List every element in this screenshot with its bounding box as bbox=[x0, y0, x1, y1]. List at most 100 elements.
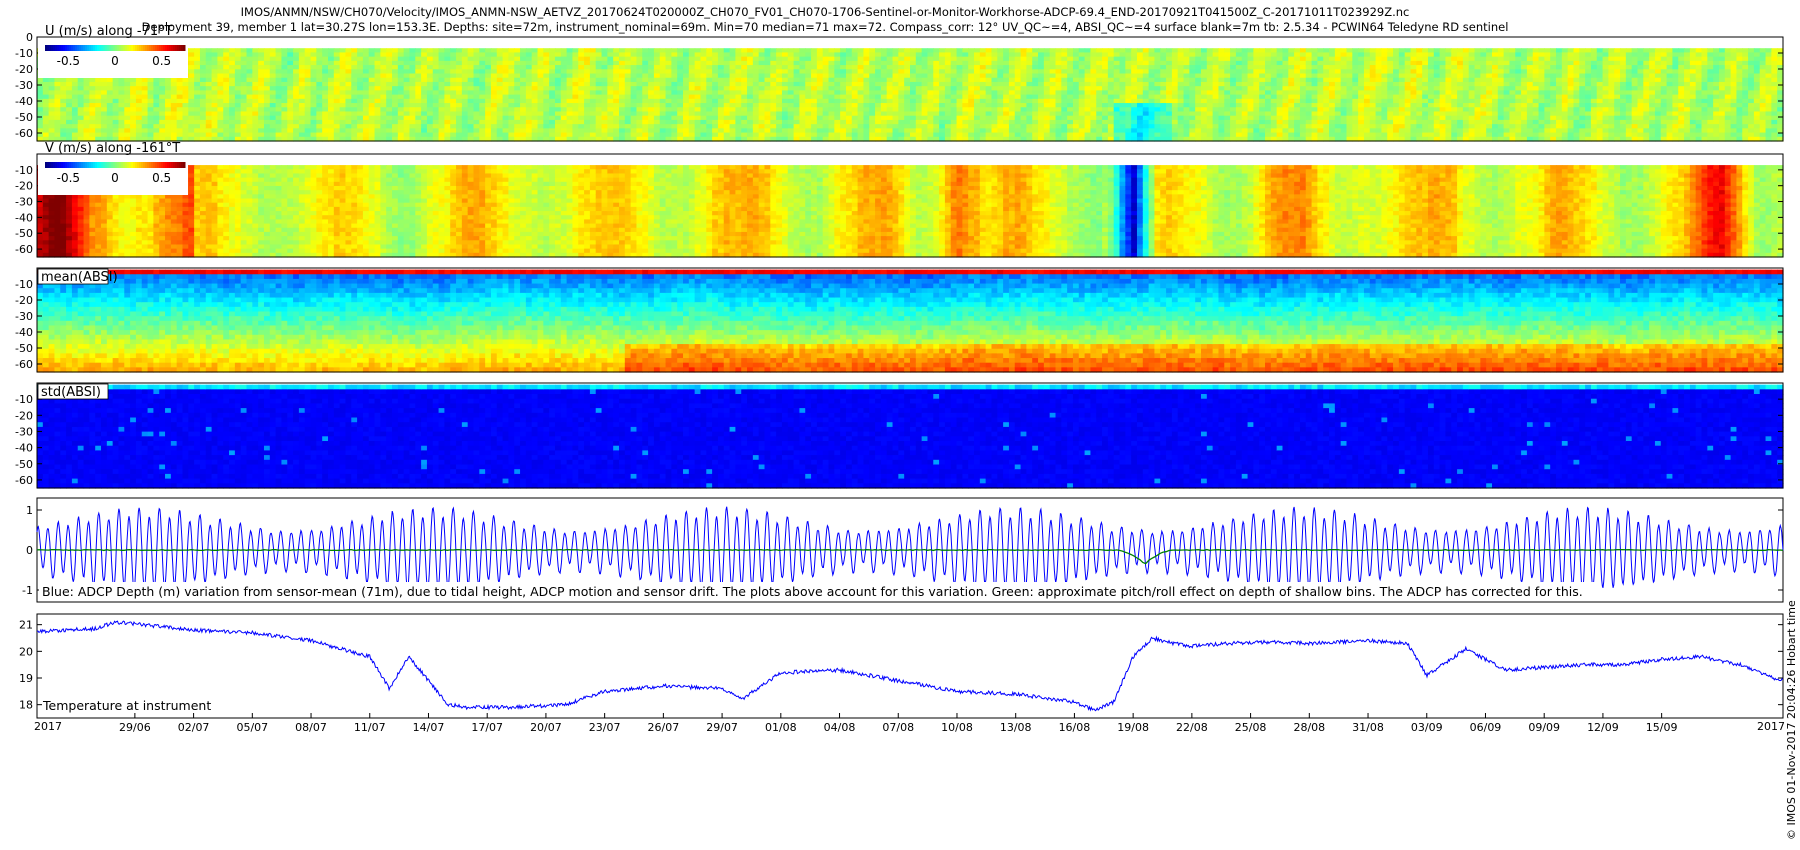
u-cell bbox=[613, 86, 619, 91]
u-cell bbox=[235, 103, 241, 108]
u-cell bbox=[49, 90, 55, 95]
u-cell bbox=[671, 65, 677, 70]
u-cell bbox=[1021, 95, 1027, 100]
u-cell bbox=[590, 52, 596, 57]
u-cell bbox=[765, 82, 771, 87]
u-cell bbox=[852, 57, 858, 62]
u-cell bbox=[241, 120, 247, 125]
u-cell bbox=[1341, 99, 1347, 104]
u-cell bbox=[1178, 61, 1184, 66]
u-cell bbox=[1102, 128, 1108, 133]
u-cell bbox=[794, 52, 800, 57]
u-cell bbox=[200, 52, 206, 57]
u-cell bbox=[171, 128, 177, 133]
u-cell bbox=[1131, 111, 1137, 116]
u-cell bbox=[829, 69, 835, 74]
u-cell bbox=[922, 95, 928, 100]
u-cell bbox=[1137, 61, 1143, 66]
u-cell bbox=[957, 107, 963, 112]
u-cell bbox=[1172, 128, 1178, 133]
u-cell bbox=[311, 86, 317, 91]
u-cell bbox=[945, 128, 951, 133]
u-cell bbox=[962, 48, 968, 53]
u-cell bbox=[677, 65, 683, 70]
u-cell bbox=[1143, 99, 1149, 104]
u-cell bbox=[299, 78, 305, 83]
u-cell bbox=[113, 133, 119, 138]
header-line-1: IMOS/ANMN/NSW/CH070/Velocity/IMOS_ANMN-N… bbox=[241, 5, 1410, 19]
u-cell bbox=[922, 116, 928, 121]
u-cell bbox=[276, 133, 282, 138]
u-cell bbox=[1347, 103, 1353, 108]
u-cell bbox=[247, 65, 253, 70]
u-cell bbox=[1282, 61, 1288, 66]
u-cell bbox=[398, 52, 404, 57]
u-cell bbox=[654, 74, 660, 79]
u-cell bbox=[386, 120, 392, 125]
u-cell bbox=[788, 133, 794, 138]
u-cell bbox=[101, 99, 107, 104]
u-cell bbox=[590, 90, 596, 95]
u-cell bbox=[730, 82, 736, 87]
u-cell bbox=[474, 74, 480, 79]
u-cell bbox=[939, 86, 945, 91]
u-cell bbox=[369, 69, 375, 74]
u-cell bbox=[1189, 78, 1195, 83]
u-cell bbox=[1282, 82, 1288, 87]
u-cell bbox=[974, 103, 980, 108]
u-cell bbox=[555, 52, 561, 57]
u-cell bbox=[561, 48, 567, 53]
u-cell bbox=[933, 52, 939, 57]
u-cell bbox=[514, 90, 520, 95]
u-cell bbox=[264, 74, 270, 79]
u-cell bbox=[1125, 69, 1131, 74]
u-cell bbox=[1294, 128, 1300, 133]
u-cell bbox=[101, 82, 107, 87]
u-cell bbox=[1125, 107, 1131, 112]
u-cell bbox=[1143, 65, 1149, 70]
u-cell bbox=[939, 61, 945, 66]
u-cell bbox=[258, 69, 264, 74]
u-cell bbox=[1329, 128, 1335, 133]
u-cell bbox=[101, 86, 107, 91]
u-cell bbox=[89, 116, 95, 121]
u-cell bbox=[415, 107, 421, 112]
u-cell bbox=[1248, 52, 1254, 57]
u-cell bbox=[957, 103, 963, 108]
u-cell bbox=[188, 124, 194, 129]
u-cell bbox=[252, 99, 258, 104]
u-cell bbox=[1149, 99, 1155, 104]
u-cell bbox=[1184, 48, 1190, 53]
u-cell bbox=[997, 133, 1003, 138]
u-cell bbox=[514, 57, 520, 62]
u-cell bbox=[322, 82, 328, 87]
u-cell bbox=[526, 133, 532, 138]
u-cell bbox=[532, 74, 538, 79]
u-cell bbox=[677, 57, 683, 62]
u-cell bbox=[363, 99, 369, 104]
u-cell bbox=[1067, 111, 1073, 116]
u-cell bbox=[898, 86, 904, 91]
u-cell bbox=[590, 69, 596, 74]
u-cell bbox=[1125, 61, 1131, 66]
u-cell bbox=[578, 65, 584, 70]
u-cell bbox=[730, 95, 736, 100]
u-cell bbox=[875, 103, 881, 108]
u-cell bbox=[939, 128, 945, 133]
u-cell bbox=[1178, 65, 1184, 70]
u-cell bbox=[1026, 69, 1032, 74]
u-cell bbox=[607, 133, 613, 138]
u-cell bbox=[823, 57, 829, 62]
u-cell bbox=[1189, 120, 1195, 125]
u-cell bbox=[794, 116, 800, 121]
u-cell bbox=[287, 111, 293, 116]
u-cell bbox=[427, 99, 433, 104]
u-cell bbox=[939, 99, 945, 104]
u-cell bbox=[456, 103, 462, 108]
u-cell bbox=[625, 86, 631, 91]
u-cell bbox=[497, 111, 503, 116]
u-cell bbox=[770, 69, 776, 74]
u-cell bbox=[305, 57, 311, 62]
u-cell bbox=[805, 74, 811, 79]
u-cell bbox=[514, 52, 520, 57]
